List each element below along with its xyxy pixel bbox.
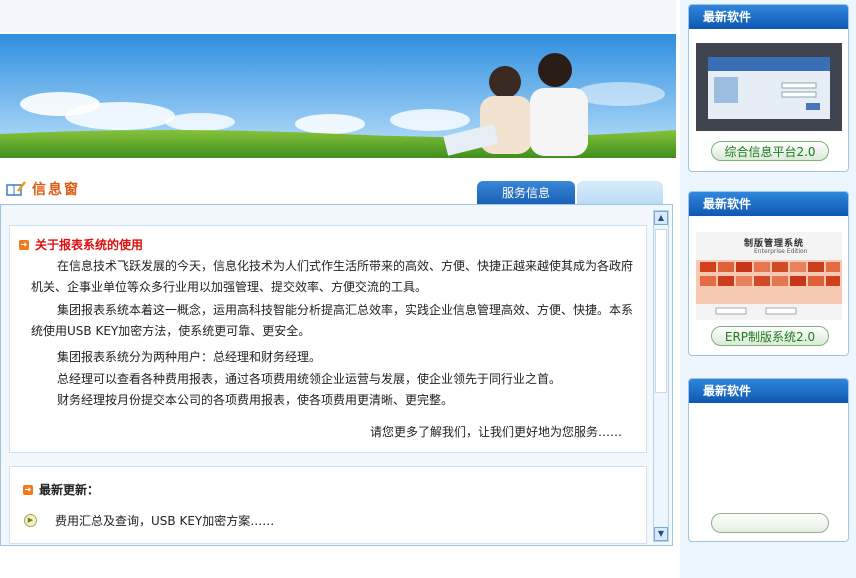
about-title-text: 关于报表系统的使用 [35, 238, 144, 252]
update-item[interactable]: ▶ 费用汇总及查询，USB KEY加密方案…… [24, 512, 274, 529]
software-button-3[interactable] [711, 513, 829, 533]
book-pen-icon [6, 181, 26, 196]
about-section-title: ➜ 关于报表系统的使用 [19, 236, 143, 253]
about-line-1: 集团报表系统分为两种用户：总经理和财务经理。 [57, 350, 322, 364]
about-line-3: 财务经理按月份提交本公司的各项费用报表，使各项费用更清晰、更完整。 [57, 393, 454, 407]
hero-banner [0, 34, 676, 158]
arrow-right-icon: ➜ [23, 484, 33, 495]
software-thumbnail-2[interactable]: 制版管理系统 Enterprise Edition [696, 232, 842, 320]
box-title: 最新软件 [689, 379, 848, 403]
box-title: 最新软件 [689, 192, 848, 216]
info-window-header: 信息窗 [6, 179, 80, 199]
software-thumbnail-1[interactable] [696, 43, 842, 131]
latest-software-box-3: 最新软件 [688, 378, 849, 542]
scroll-up-arrow-icon[interactable]: ▲ [654, 211, 668, 225]
thumbnail-subtitle: Enterprise Edition [754, 248, 808, 255]
update-item-text[interactable]: 费用汇总及查询，USB KEY加密方案…… [55, 512, 274, 529]
latest-software-box-2: 最新软件 制版管理系统 Enterprise Edition ERP制版系统2.… [688, 191, 849, 356]
scroll-down-arrow-icon[interactable]: ▼ [654, 527, 668, 541]
updates-section-title: ➜ 最新更新： [23, 481, 99, 498]
latest-software-box-1: 最新软件 综合信息平台2.0 [688, 4, 849, 172]
about-paragraph-2: 集团报表系统本着这一概念，运用高科技智能分析提高汇总效率，实践企业信息管理高效、… [31, 303, 634, 338]
scroll-thumb[interactable] [655, 229, 667, 393]
software-button-2[interactable]: ERP制版系统2.0 [711, 326, 829, 346]
arrow-right-icon: ➜ [19, 239, 29, 250]
tab-service-info[interactable]: 服务信息 [477, 181, 575, 205]
info-window-title: 信息窗 [32, 182, 80, 198]
box-title: 最新软件 [689, 5, 848, 29]
tab-secondary[interactable] [577, 181, 663, 205]
about-line-2: 总经理可以查看各种费用报表，通过各项费用统领企业运营与发展，使企业领先于同行业之… [57, 372, 562, 386]
updates-title-text: 最新更新： [39, 483, 100, 497]
updates-card [9, 466, 647, 544]
about-paragraph-1: 在信息技术飞跃发展的今天，信息化技术为人们式作生活所带来的高效、方便、快捷正越来… [31, 259, 634, 294]
top-strip [0, 0, 676, 32]
software-button-1[interactable]: 综合信息平台2.0 [711, 141, 829, 161]
more-info-text: 请您更多了解我们，让我们更好地为您服务…… [370, 425, 623, 439]
play-bullet-icon: ▶ [24, 514, 37, 527]
scrollbar[interactable]: ▲ ▼ [653, 210, 669, 542]
